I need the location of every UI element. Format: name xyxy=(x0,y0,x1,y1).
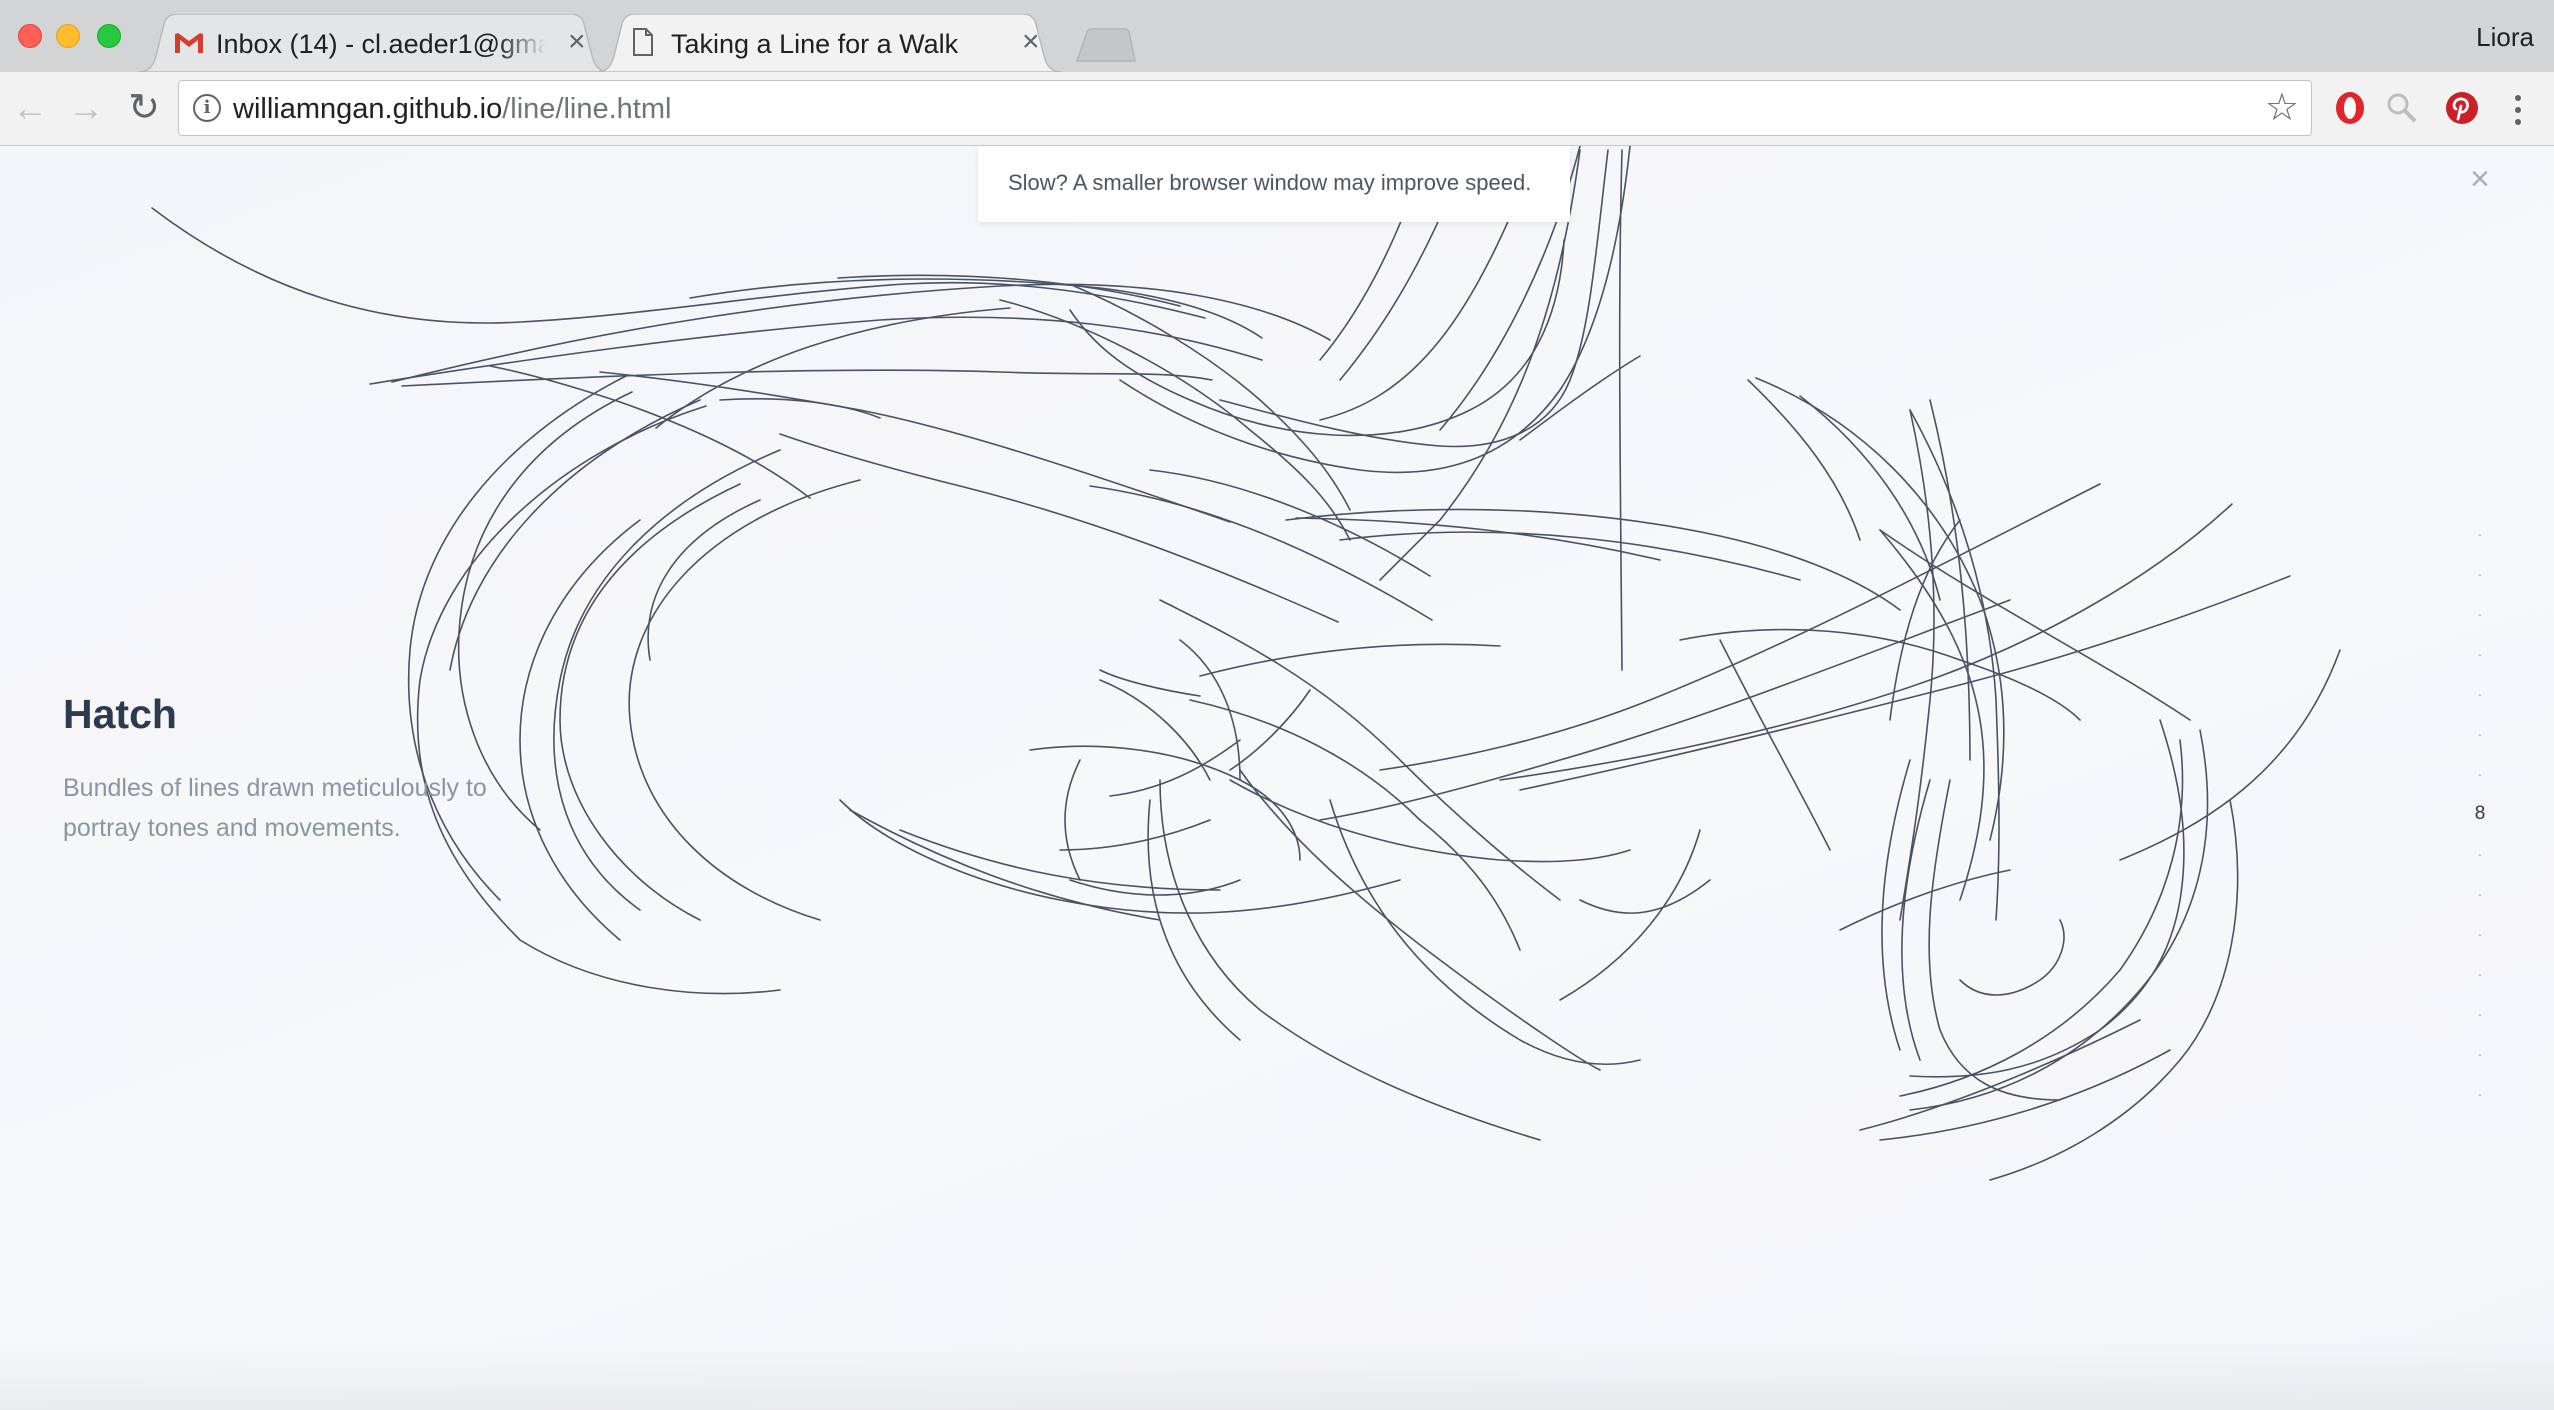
pager-dot[interactable]: · xyxy=(2470,834,2490,874)
profile-name[interactable]: Liora xyxy=(2476,22,2534,53)
bookmark-star-icon[interactable]: ☆ xyxy=(2265,87,2299,129)
pager-dot[interactable]: · xyxy=(2470,1034,2490,1074)
hatch-stroke xyxy=(1928,779,2061,1101)
tab-inbox[interactable]: Inbox (14) - cl.aeder1@gmail.com × xyxy=(138,14,610,72)
pager-dot[interactable]: · xyxy=(2470,674,2490,714)
tab-close-icon[interactable]: × xyxy=(1022,27,1040,57)
hatch-stroke xyxy=(899,829,1221,891)
forward-arrow-icon[interactable]: → xyxy=(66,88,106,128)
hatch-stroke xyxy=(2119,649,2341,861)
hatch-stroke xyxy=(1285,508,1901,611)
page-canvas[interactable]: Slow? A smaller browser window may impro… xyxy=(0,146,2554,1410)
browser-toolbar: ← → ↻ i williamngan.github.io/line/line.… xyxy=(0,72,2554,146)
hatch-stroke xyxy=(1879,1049,2171,1141)
hatch-stroke xyxy=(1159,599,1561,901)
window-close-button[interactable] xyxy=(18,24,42,48)
hatch-stroke xyxy=(1229,779,1631,863)
section-title: Hatch xyxy=(63,691,177,737)
tab-strip: Inbox (14) - cl.aeder1@gmail.com × Takin… xyxy=(0,0,2554,72)
section-description: Bundles of lines drawn meticulously to p… xyxy=(63,774,487,842)
tab-title: Taking a Line for a Walk xyxy=(671,29,959,59)
hatch-stroke xyxy=(1069,239,1565,437)
hatch-stroke xyxy=(1909,719,2185,1078)
hatch-stroke xyxy=(1239,769,1601,1071)
hatch-stroke xyxy=(457,391,633,831)
pager-dot[interactable]: · xyxy=(2470,554,2490,594)
pager-dot[interactable]: · xyxy=(2470,914,2490,954)
hatch-stroke xyxy=(1618,149,1623,671)
hatch-stroke xyxy=(1747,379,1861,541)
pager-dot[interactable]: · xyxy=(2470,514,2490,554)
hatch-stroke xyxy=(655,307,1011,429)
hatch-stroke xyxy=(647,499,761,661)
page-bottom-shade xyxy=(0,1340,2554,1410)
hatch-stroke xyxy=(1899,739,2184,1097)
hatch-stroke xyxy=(416,405,781,995)
hatch-stroke xyxy=(1419,819,1521,951)
pager-dot[interactable]: · xyxy=(2470,634,2490,674)
reload-icon[interactable]: ↻ xyxy=(124,88,164,128)
pager-dot[interactable]: · xyxy=(2470,714,2490,754)
document-icon xyxy=(633,28,653,56)
gmail-icon xyxy=(175,33,203,53)
pager-dot[interactable]: · xyxy=(2470,954,2490,994)
tab-close-icon[interactable]: × xyxy=(568,27,586,57)
back-arrow-icon[interactable]: ← xyxy=(10,88,50,128)
hatch-stroke xyxy=(1839,869,2011,931)
speed-notice-text: Slow? A smaller browser window may impro… xyxy=(1008,170,1532,195)
search-icon[interactable] xyxy=(2384,90,2420,126)
window-minimize-button[interactable] xyxy=(56,24,80,48)
close-icon[interactable]: × xyxy=(2470,162,2490,196)
hatch-stroke xyxy=(1089,485,1433,621)
tab-taking-a-line-for-a-walk[interactable]: Taking a Line for a Walk × xyxy=(596,14,1062,72)
hatch-stroke xyxy=(1719,639,1831,851)
hatch-stroke xyxy=(1059,819,1211,851)
section-pager: · · · · · · · 8 · · · · · · · xyxy=(2470,514,2490,1114)
hatch-stroke xyxy=(1879,529,1985,901)
browser-menu-icon[interactable] xyxy=(2506,90,2530,130)
hatch-stroke xyxy=(1159,779,1541,1141)
pager-dot[interactable]: · xyxy=(2470,874,2490,914)
hatch-stroke xyxy=(1559,829,1701,1001)
tab-title: Inbox (14) - cl.aeder1@gmail.com xyxy=(216,29,546,59)
hatch-stroke xyxy=(519,519,641,941)
hatch-stroke xyxy=(1929,399,1971,761)
hatch-stroke xyxy=(391,283,1331,383)
hatch-stroke xyxy=(1499,503,2233,781)
pinterest-icon[interactable] xyxy=(2444,90,2480,126)
window-maximize-button[interactable] xyxy=(97,24,121,48)
url-text[interactable]: williamngan.github.io/line/line.html xyxy=(233,93,671,126)
hatch-stroke xyxy=(1199,643,1501,677)
pager-dot[interactable]: · xyxy=(2470,994,2490,1034)
hatch-stroke xyxy=(719,398,881,419)
new-tab-button[interactable] xyxy=(1075,28,1137,62)
hatch-stroke xyxy=(1073,285,1351,511)
hatch-stroke xyxy=(553,449,781,911)
hatch-stroke xyxy=(779,433,1339,623)
hatch-stroke xyxy=(1189,699,1421,821)
speed-notice: Slow? A smaller browser window may impro… xyxy=(978,146,1570,222)
pager-dot[interactable]: · xyxy=(2470,594,2490,634)
hatch-stroke xyxy=(1899,409,1935,921)
hatch-stroke xyxy=(151,207,1206,324)
hatch-stroke xyxy=(628,479,861,921)
info-icon[interactable]: i xyxy=(193,94,221,122)
hatch-stroke xyxy=(1229,689,1311,771)
hatch-stroke xyxy=(401,369,1213,387)
hatch-stroke xyxy=(1099,669,1201,697)
hatch-stroke xyxy=(1064,759,1081,881)
pager-current-number[interactable]: 8 xyxy=(2470,794,2490,834)
hatch-stroke xyxy=(1989,799,2239,1181)
hatch-stroke xyxy=(599,371,1231,523)
hatch-stroke xyxy=(1755,377,2005,841)
hatch-stroke xyxy=(1379,483,2101,771)
pager-dot[interactable]: · xyxy=(2470,754,2490,794)
hatch-stroke xyxy=(1959,919,2065,996)
pager-dot[interactable]: · xyxy=(2470,1074,2490,1114)
hatch-stroke xyxy=(1859,1019,2141,1131)
address-bar[interactable]: i williamngan.github.io/line/line.html ☆ xyxy=(178,80,2312,136)
hatch-stroke xyxy=(1579,879,1711,914)
hatch-stroke xyxy=(1519,355,1641,441)
opera-vpn-icon[interactable] xyxy=(2332,90,2368,126)
